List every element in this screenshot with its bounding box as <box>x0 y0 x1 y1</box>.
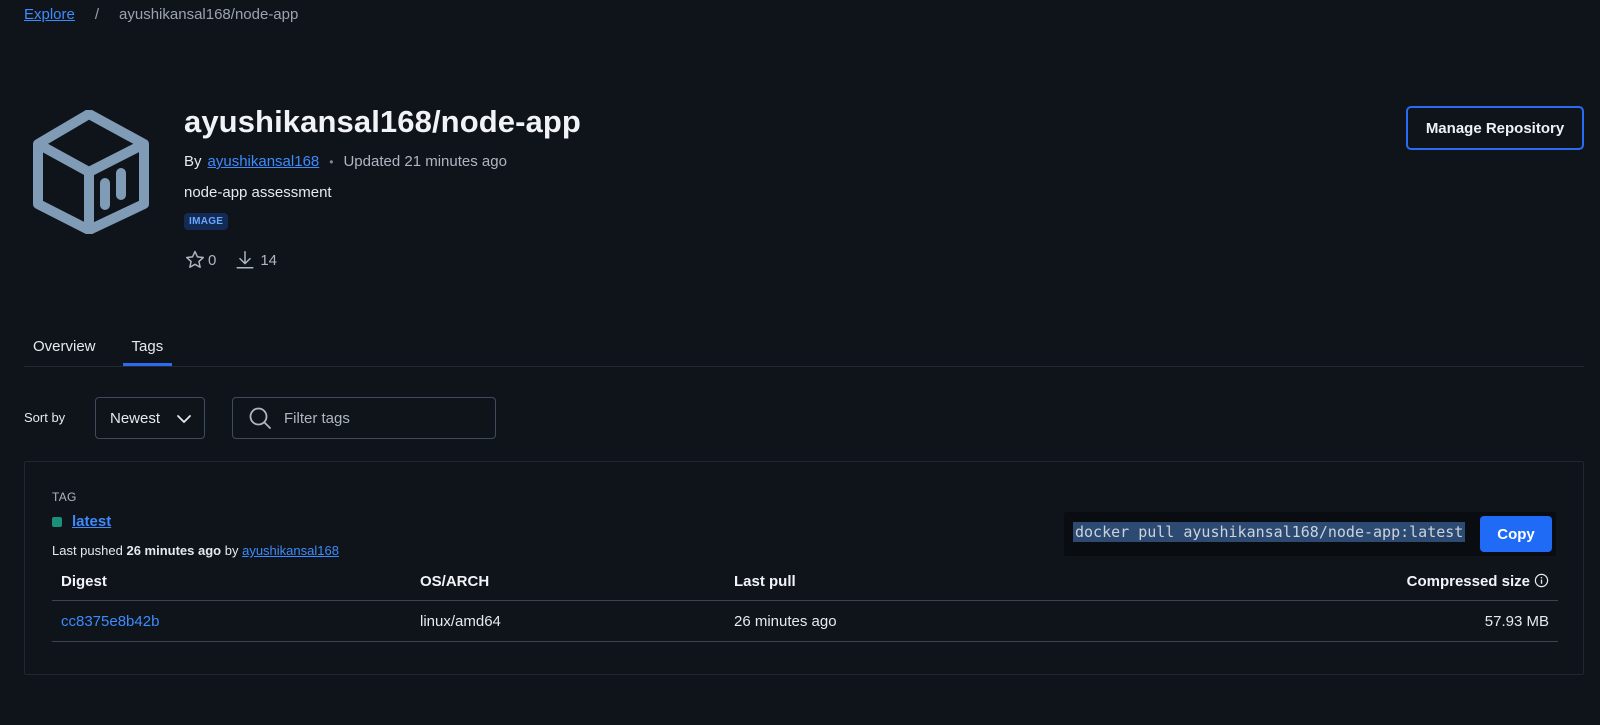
column-header-os-arch: OS/ARCH <box>411 562 725 601</box>
tag-name-row: latest <box>52 513 111 530</box>
repository-description: node-app assessment <box>184 184 332 201</box>
filter-tags-input[interactable] <box>282 408 486 428</box>
filter-tags-field[interactable] <box>232 397 496 439</box>
pull-count: 14 <box>260 251 278 269</box>
copy-button[interactable]: Copy <box>1480 516 1552 552</box>
image-badge: IMAGE <box>184 213 229 230</box>
last-pull-cell: 26 minutes ago <box>725 600 1067 642</box>
search-icon <box>249 407 271 429</box>
updated-text: Updated 21 minutes ago <box>343 153 507 170</box>
sort-label: Sort by <box>24 410 66 425</box>
repository-page: Explore / ayushikansal168/node-app ayush… <box>0 0 1600 725</box>
tab-overview[interactable]: Overview <box>24 334 105 366</box>
os-arch-cell: linux/amd64 <box>411 600 725 642</box>
tab-bar: Overview Tags <box>24 334 1584 367</box>
sort-value: Newest <box>110 409 161 427</box>
pull-stat: 14 <box>234 249 277 271</box>
chevron-down-icon <box>177 415 191 423</box>
pushed-time: 26 minutes ago <box>126 543 222 558</box>
breadcrumb: Explore / ayushikansal168/node-app <box>24 6 298 23</box>
digest-table: Digest OS/ARCH Last pull Compressed size… <box>52 562 1558 642</box>
star-count: 0 <box>208 251 217 269</box>
cube-icon <box>33 110 149 234</box>
breadcrumb-separator: / <box>94 6 100 23</box>
breadcrumb-current: ayushikansal168/node-app <box>119 6 299 23</box>
digest-link[interactable]: cc8375e8b42b <box>61 613 159 630</box>
repository-stats: 0 14 <box>184 249 295 271</box>
sort-select[interactable]: Newest <box>95 397 205 439</box>
manage-repository-button[interactable]: Manage Repository <box>1406 106 1584 150</box>
tag-status-indicator <box>52 516 62 527</box>
owner-link[interactable]: ayushikansal168 <box>208 153 320 170</box>
page-title: ayushikansal168/node-app <box>184 104 581 139</box>
dot-separator: • <box>329 154 334 169</box>
compressed-size-cell: 57.93 MB <box>1066 600 1558 642</box>
star-stat[interactable]: 0 <box>184 249 216 271</box>
compressed-size-label: Compressed size <box>1406 572 1530 590</box>
tab-tags[interactable]: Tags <box>122 334 173 366</box>
pushed-by-link[interactable]: ayushikansal168 <box>242 543 339 558</box>
column-header-last-pull: Last pull <box>725 562 1067 601</box>
table-row: cc8375e8b42b linux/amd64 26 minutes ago … <box>52 600 1558 642</box>
pushed-prefix: Last pushed <box>52 543 123 558</box>
table-header-row: Digest OS/ARCH Last pull Compressed size <box>52 562 1558 601</box>
by-label: By <box>184 153 202 170</box>
pull-command-box: docker pull ayushikansal168/node-app:lat… <box>1064 512 1556 556</box>
column-header-digest: Digest <box>52 562 411 601</box>
pushed-by-label: by <box>224 543 239 558</box>
breadcrumb-explore-link[interactable]: Explore <box>24 6 75 23</box>
pull-command[interactable]: docker pull ayushikansal168/node-app:lat… <box>1073 522 1466 542</box>
digest-cell: cc8375e8b42b <box>52 600 411 642</box>
star-icon <box>186 250 204 268</box>
info-icon[interactable] <box>1534 573 1549 588</box>
tag-card: TAG latest Last pushed 26 minutes ago by… <box>24 461 1584 675</box>
last-pushed-info: Last pushed 26 minutes ago by ayushikans… <box>52 543 339 558</box>
column-header-compressed-size: Compressed size <box>1066 562 1558 601</box>
download-icon <box>236 251 254 269</box>
tag-heading: TAG <box>52 490 77 504</box>
tag-link[interactable]: latest <box>72 513 111 530</box>
byline: By ayushikansal168 • Updated 21 minutes … <box>184 153 507 170</box>
